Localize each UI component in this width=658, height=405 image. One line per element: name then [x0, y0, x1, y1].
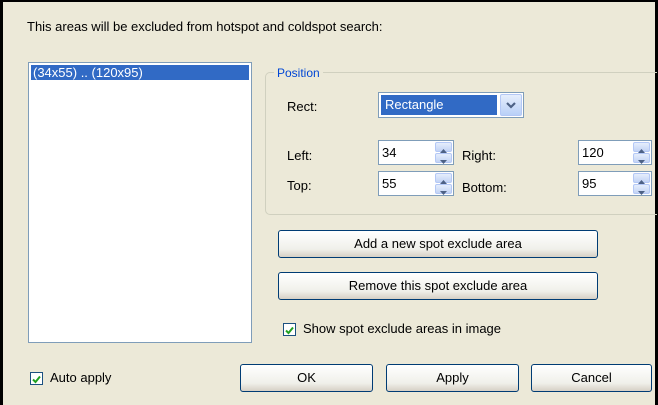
right-spinbox[interactable]: 120: [578, 140, 652, 165]
right-value[interactable]: 120: [582, 145, 604, 160]
exclude-area-list[interactable]: (34x55) .. (120x95): [28, 62, 252, 343]
checkmark-icon: [32, 375, 41, 384]
auto-apply-label: Auto apply: [50, 370, 112, 385]
chevron-down-icon[interactable]: [500, 94, 522, 116]
top-value[interactable]: 55: [382, 176, 396, 191]
add-exclude-area-button[interactable]: Add a new spot exclude area: [278, 230, 598, 258]
arrow-down-icon[interactable]: [435, 153, 452, 164]
arrow-up-icon[interactable]: [633, 142, 650, 153]
show-exclude-areas-label: Show spot exclude areas in image: [303, 321, 502, 336]
show-exclude-areas-checkbox[interactable]: [283, 323, 296, 336]
auto-apply-checkbox[interactable]: [30, 372, 43, 385]
arrow-up-icon[interactable]: [435, 142, 452, 153]
cancel-button[interactable]: Cancel: [531, 364, 652, 392]
left-value[interactable]: 34: [382, 145, 396, 160]
top-spinbox[interactable]: 55: [378, 171, 454, 196]
ok-button[interactable]: OK: [240, 364, 373, 392]
bottom-spinbox[interactable]: 95: [578, 171, 652, 196]
rect-select-value: Rectangle: [381, 95, 497, 115]
bottom-value[interactable]: 95: [582, 176, 596, 191]
left-spinbox[interactable]: 34: [378, 140, 454, 165]
apply-button[interactable]: Apply: [386, 364, 519, 392]
arrow-up-icon[interactable]: [435, 173, 452, 184]
arrow-down-icon[interactable]: [633, 184, 650, 195]
bottom-label: Bottom:: [462, 180, 507, 195]
remove-exclude-area-button[interactable]: Remove this spot exclude area: [278, 272, 598, 300]
rect-label: Rect:: [287, 99, 318, 114]
right-label: Right:: [462, 148, 496, 163]
left-label: Left:: [287, 148, 313, 163]
dialog-heading: This areas will be excluded from hotspot…: [27, 19, 383, 34]
position-group-title: Position: [274, 66, 323, 80]
arrow-up-icon[interactable]: [633, 173, 650, 184]
list-item[interactable]: (34x55) .. (120x95): [31, 65, 249, 80]
top-label: Top:: [287, 178, 312, 193]
checkmark-icon: [285, 326, 294, 335]
arrow-down-icon[interactable]: [435, 184, 452, 195]
rect-select[interactable]: Rectangle: [378, 92, 524, 118]
arrow-down-icon[interactable]: [633, 153, 650, 164]
